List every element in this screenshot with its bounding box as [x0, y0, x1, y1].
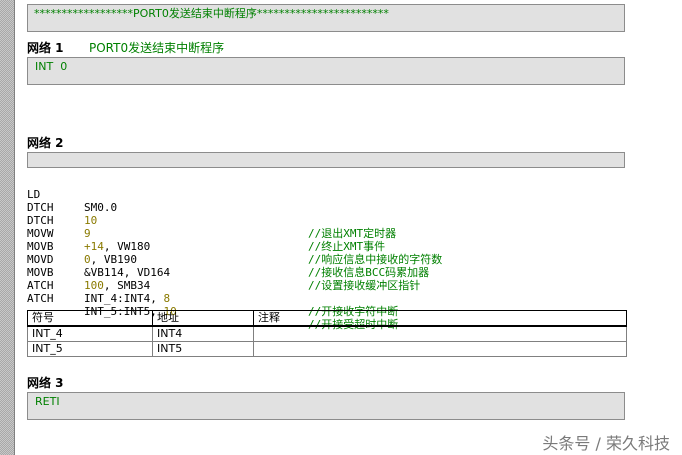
- code-line: DTCH 9 //终止XMT事件: [27, 201, 385, 253]
- comment-cell[interactable]: [253, 325, 627, 342]
- code-line: MOVW +14, VW180 //响应信息中接收的字符数: [27, 214, 442, 266]
- code-arg: +14, VW180: [84, 240, 151, 253]
- table-row[interactable]: INT_5 INT5: [27, 341, 627, 357]
- network-1-label[interactable]: 网络 1: [27, 39, 64, 56]
- code-line: LD SM0.0: [27, 175, 117, 214]
- code-line: MOVB 100, SMB34: [27, 253, 150, 292]
- code-arg: SM0.0: [84, 201, 118, 214]
- code-arg: 0, VB190: [84, 253, 137, 266]
- column-header-comment[interactable]: 注释: [253, 310, 627, 327]
- code-line: ATCH INT_5:INT5, 10 //开接受超时中断: [27, 279, 398, 331]
- program-title-text: ******************PORT0发送结束中断程序*********…: [34, 7, 389, 20]
- network-3-label[interactable]: 网络 3: [27, 374, 64, 391]
- symbol-cell[interactable]: INT_5: [27, 341, 153, 357]
- network-1-comment[interactable]: PORT0发送结束中断程序: [89, 39, 224, 56]
- network-2-label[interactable]: 网络 2: [27, 134, 64, 151]
- code-arg: INT_4:INT4, 8: [84, 292, 171, 305]
- code-line: MOVD &VB114, VD164 //设置接收缓冲区指针: [27, 240, 420, 292]
- comment-cell[interactable]: [253, 341, 627, 357]
- code-comment: //设置接收缓冲区指针: [308, 279, 421, 292]
- program-title-comment[interactable]: ******************PORT0发送结束中断程序*********…: [27, 4, 625, 32]
- code-comment: //终止XMT事件: [308, 240, 386, 253]
- code-line: ATCH INT_4:INT4, 8 //开接收字符中断: [27, 266, 398, 318]
- network-3-code-box[interactable]: RETI: [27, 392, 625, 420]
- code-arg: 100, SMB34: [84, 279, 151, 292]
- code-comment: //接收信息BCC码累加器: [308, 266, 430, 279]
- address-cell[interactable]: INT5: [152, 341, 254, 357]
- code-op: ATCH: [27, 292, 54, 305]
- table-row[interactable]: INT_4 INT4: [27, 325, 627, 342]
- code-arg: 9: [84, 227, 91, 240]
- code-arg: 10: [84, 214, 98, 227]
- left-gutter: [0, 0, 15, 455]
- column-header-address[interactable]: 地址: [152, 310, 254, 327]
- code-comment: //响应信息中接收的字符数: [308, 253, 443, 266]
- code-line: MOVB 0, VB190 //接收信息BCC码累加器: [27, 227, 429, 279]
- code-comment: //退出XMT定时器: [308, 227, 397, 240]
- symbol-table[interactable]: 符号 地址 注释 INT_4 INT4 INT_5 INT5: [27, 310, 627, 357]
- address-cell[interactable]: INT4: [152, 325, 254, 342]
- symbol-cell[interactable]: INT_4: [27, 325, 153, 342]
- code-line: DTCH 10 //退出XMT定时器: [27, 188, 396, 240]
- network-2-comment-box[interactable]: [27, 152, 625, 168]
- code-arg: &VB114, VD164: [84, 266, 171, 279]
- symbol-table-header: 符号 地址 注释: [27, 310, 627, 327]
- network-1-code-box[interactable]: INT 0: [27, 57, 625, 85]
- column-header-symbol[interactable]: 符号: [27, 310, 153, 327]
- network-1-arg: 0: [60, 60, 68, 73]
- watermark: 头条号 / 荣久科技: [542, 434, 670, 453]
- network-3-op: RETI: [35, 395, 60, 408]
- network-1-op: INT: [35, 60, 54, 73]
